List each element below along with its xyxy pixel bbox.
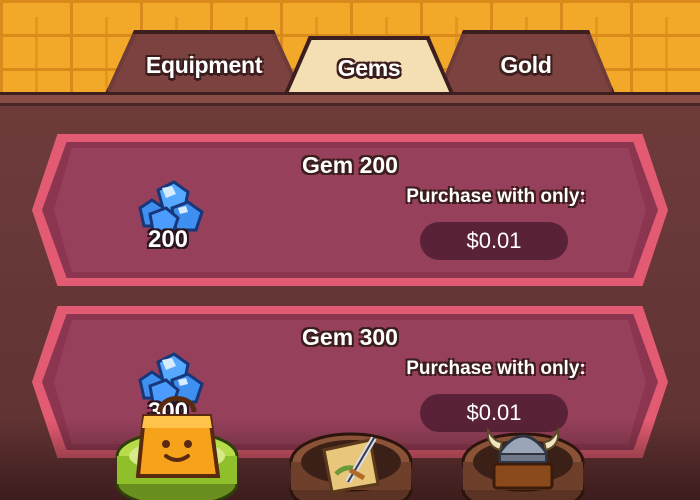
tab-equipment-label: Equipment [145, 51, 263, 78]
tab-gold[interactable]: Gold [436, 30, 616, 96]
tab-rail [0, 92, 700, 106]
offer-card: Gem 200 200 Purchase with only: $0.01 [32, 134, 668, 286]
purchase-label: Purchase with only: [406, 358, 586, 379]
offer-title: Gem 200 [302, 152, 398, 178]
nav-map-button[interactable] [288, 420, 414, 500]
shopping-bag-icon [135, 396, 221, 478]
tab-gold-label: Gold [500, 51, 552, 78]
tab-gems[interactable]: Gems [283, 36, 455, 96]
tab-equipment[interactable]: Equipment [104, 30, 304, 96]
nav-hero-button[interactable] [460, 420, 586, 500]
offer-title: Gem 300 [302, 324, 398, 350]
tab-gems-label: Gems [337, 54, 401, 81]
price-button[interactable]: $0.01 [420, 222, 568, 260]
gem-amount: 200 [147, 226, 189, 253]
nav-shop-button[interactable] [114, 392, 240, 500]
purchase-label: Purchase with only: [406, 186, 586, 207]
